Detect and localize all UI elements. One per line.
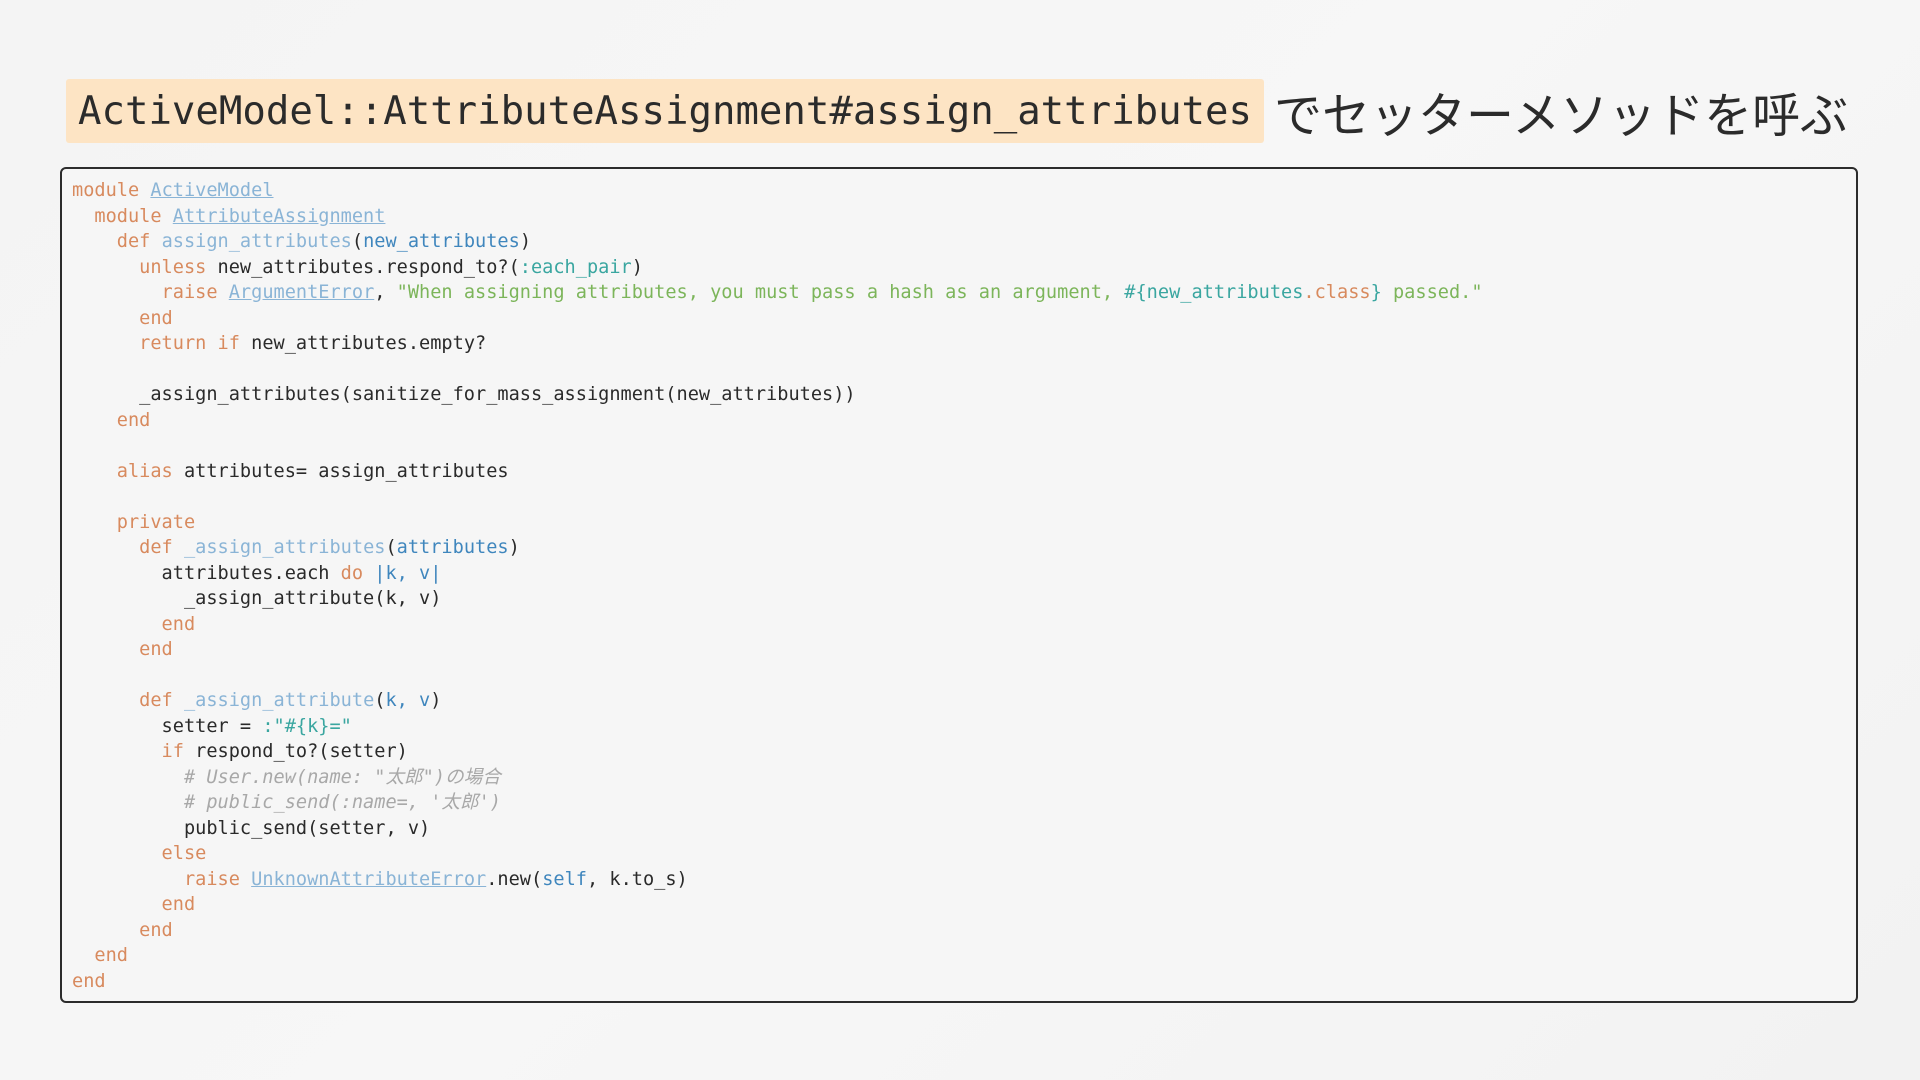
code-line: end [72,306,1856,332]
code-line: raise UnknownAttributeError.new(self, k.… [72,867,1856,893]
code-line: _assign_attributes(sanitize_for_mass_ass… [72,382,1856,408]
code-token-plain: ) [430,690,442,711]
code-token-kw: end [72,639,173,660]
title-text: でセッターメソッドを呼ぶ [1274,88,1849,144]
code-line: alias attributes= assign_attributes [72,459,1856,485]
code-token-kw: module [72,205,173,227]
code-token-plain: ) [631,256,643,278]
code-line: setter = :"#{k}=" [72,714,1856,740]
code-token-plain: respond_to?(setter) [195,741,408,762]
code-line: end [72,612,1856,638]
code-token-param: |k, v| [374,562,442,584]
code-token-kw: module [72,180,151,201]
code-token-kw: unless [72,256,218,278]
code-token-kw: def [72,537,184,558]
code-token-kw: raise [72,868,252,890]
code-panel: module ActiveModel module AttributeAssig… [60,167,1858,1003]
code-token-plain: ( [374,690,386,711]
code-token-const: AttributeAssignment [172,205,386,227]
code-line: if respond_to?(setter) [72,739,1856,765]
code-line: attributes.each do |k, v| [72,561,1856,587]
code-token-plain: public_send(setter, v) [72,817,431,839]
code-token-meth: assign_attributes [161,231,352,252]
code-token-sym: :each_pair [519,256,632,278]
code-token-plain: new_attributes.respond_to?( [217,256,520,278]
code-token-kw: end [72,613,196,635]
code-token-comment: # User.new(name: "太郎")の場合 [72,766,501,788]
code-line: private [72,510,1856,536]
code-token-plain: _assign_attribute(k, v) [72,588,442,609]
code-token-kw: def [72,690,184,711]
code-token-const: ArgumentError [228,282,375,303]
code-token-plain: new_attributes.empty? [251,333,487,354]
code-token-str: "When assigning attributes, you must pas… [396,282,1125,303]
code-token-plain: attributes.each [72,562,341,584]
code-token-comment: # public_send(:name=, '太郎') [72,792,501,813]
code-token-plain: , [374,282,397,303]
code-line: end [72,408,1856,434]
code-token-kw: raise [72,282,229,303]
code-line: # User.new(name: "太郎")の場合 [72,765,1856,791]
code-line: module AttributeAssignment [72,204,1856,230]
code-token-str: passed." [1381,282,1483,303]
code-token-kw: end [72,970,106,992]
code-token-kw: end [72,307,173,329]
code-token-kw: .class [1303,282,1371,303]
code-token-kw: def [72,231,162,252]
code-token-plain: attributes= assign_attributes [183,460,509,482]
code-token-param: k, v [385,690,431,711]
code-token-param: attributes [396,537,509,558]
code-token-kw: end [72,945,128,966]
code-token-plain: , k.to_s) [586,868,688,890]
code-token-const: UnknownAttributeError [251,868,487,890]
code-token-const: ActiveModel [150,180,274,201]
code-token-plain: ( [351,231,364,252]
code-line: else [72,841,1856,867]
code-token-kw: alias [72,460,184,482]
code-line: end [72,943,1856,969]
code-token-kw: end [72,409,151,431]
code-line: end [72,892,1856,918]
code-token-plain: setter = [72,715,263,737]
slide-title: ActiveModel::AttributeAssignment#assign_… [66,78,1848,144]
code-token-kw: do [340,562,375,584]
code-line: public_send(setter, v) [72,816,1856,842]
code-token-interp: #{new_attributes [1124,282,1304,303]
code-line: end [72,969,1856,995]
code-token-plain: _assign_attributes(sanitize_for_mass_ass… [72,384,856,405]
code-line: def _assign_attribute(k, v) [72,688,1856,714]
code-token-kw: else [72,843,207,864]
code-token-interp: } [1370,282,1382,303]
code-line: # public_send(:name=, '太郎') [72,790,1856,816]
code-token-kw: return if [72,333,252,354]
code-token-plain: ) [508,537,520,558]
code-token-kw: end [72,894,196,915]
code-line: raise ArgumentError, "When assigning att… [72,280,1856,306]
code-line: end [72,637,1856,663]
code-token-sym: :"#{k}=" [262,715,352,737]
title-code-highlight: ActiveModel::AttributeAssignment#assign_… [66,79,1264,143]
code-line: end [72,918,1856,944]
code-line: return if new_attributes.empty? [72,331,1856,357]
code-token-kw: if [72,741,196,762]
code-token-param: self [542,868,587,890]
code-token-kw: end [72,919,173,941]
code-token-plain: ( [385,537,397,558]
code-line: module ActiveModel [72,178,1856,204]
code-token-meth: _assign_attribute [183,690,375,711]
code-token-plain: .new( [486,868,543,890]
code-line: def assign_attributes(new_attributes) [72,229,1856,255]
code-line: def _assign_attributes(attributes) [72,535,1856,561]
code-line: unless new_attributes.respond_to?(:each_… [72,255,1856,281]
code-token-meth: _assign_attributes [183,537,386,558]
code-line: _assign_attribute(k, v) [72,586,1856,612]
code-token-param: new_attributes [363,231,520,252]
code-token-kw: private [72,511,196,533]
code-token-plain: ) [519,231,532,252]
code-block: module ActiveModel module AttributeAssig… [62,169,1856,994]
